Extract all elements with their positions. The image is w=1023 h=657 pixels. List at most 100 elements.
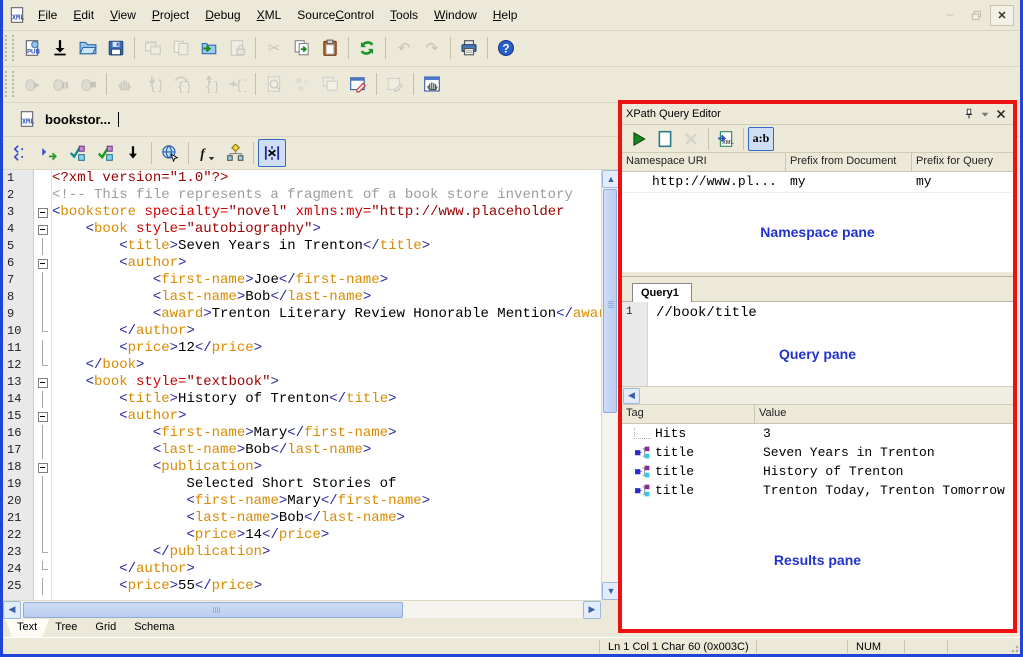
code-line[interactable]: <publication> — [52, 459, 601, 476]
xpath-panel-titlebar[interactable]: XPath Query Editor — [622, 104, 1013, 125]
vertical-scroll-thumb[interactable] — [603, 189, 617, 413]
fold-toggle[interactable] — [34, 374, 51, 391]
fold-toggle[interactable] — [34, 408, 51, 425]
result-row[interactable]: titleHistory of Trenton — [622, 462, 1013, 481]
toolbar-gripper[interactable] — [5, 71, 14, 97]
query-horizontal-scrollbar[interactable]: ◀ — [622, 386, 1013, 405]
result-row[interactable]: Hits3 — [622, 424, 1013, 443]
fold-toggle[interactable] — [34, 255, 51, 272]
column-prefix-from-document[interactable]: Prefix from Document — [786, 153, 912, 171]
result-row[interactable]: titleSeven Years in Trenton — [622, 443, 1013, 462]
code-line[interactable]: <price>14</price> — [52, 527, 601, 544]
check-green-button[interactable] — [91, 139, 119, 167]
code-line[interactable]: <?xml version="1.0"?> — [52, 170, 601, 187]
pin-icon[interactable] — [961, 107, 977, 121]
window-hand-button[interactable] — [418, 70, 446, 98]
scroll-left-arrow[interactable]: ◀ — [3, 601, 21, 619]
check-teal-button[interactable] — [63, 139, 91, 167]
editor-vertical-scrollbar[interactable]: ▲ ▼ — [601, 170, 618, 600]
code-line[interactable]: <title>Seven Years in Trenton</title> — [52, 238, 601, 255]
run-query-button[interactable] — [626, 127, 652, 151]
column-value[interactable]: Value — [755, 405, 1013, 423]
tree-menu-button[interactable] — [221, 139, 249, 167]
menu-view[interactable]: View — [102, 5, 144, 25]
menu-sourcecontrol[interactable]: SourceControl — [289, 5, 382, 25]
code-line[interactable]: <!-- This file represents a fragment of … — [52, 187, 601, 204]
query-pane[interactable]: 1 //book/title Query pane — [622, 302, 1013, 386]
column-prefix-for-query[interactable]: Prefix for Query — [912, 153, 1013, 171]
code-line[interactable]: <last-name>Bob</last-name> — [52, 289, 601, 306]
folder-import-button[interactable] — [195, 34, 223, 62]
fx-menu-button[interactable]: f — [193, 139, 221, 167]
menu-xml[interactable]: XML — [249, 5, 290, 25]
code-line[interactable]: </author> — [52, 561, 601, 578]
code-line[interactable]: <author> — [52, 408, 601, 425]
code-line[interactable]: <first-name>Mary</first-name> — [52, 493, 601, 510]
document-tab-bookstore[interactable]: XML bookstor... — [3, 106, 125, 132]
minimize-button[interactable]: – — [938, 5, 962, 26]
code-line[interactable]: <last-name>Bob</last-name> — [52, 510, 601, 527]
pub-doc-button[interactable]: PUB — [18, 34, 46, 62]
code-line[interactable]: <price>12</price> — [52, 340, 601, 357]
view-tab-schema[interactable]: Schema — [122, 619, 186, 637]
menu-debug[interactable]: Debug — [197, 5, 248, 25]
menu-file[interactable]: File — [30, 5, 65, 25]
code-line[interactable]: <price>55</price> — [52, 578, 601, 595]
import-xml-button[interactable]: XML — [713, 127, 739, 151]
resize-grip[interactable] — [1006, 640, 1020, 654]
code-line[interactable]: <last-name>Bob</last-name> — [52, 442, 601, 459]
window-edit-button[interactable] — [344, 70, 372, 98]
close-icon[interactable] — [993, 107, 1009, 121]
column-namespace-uri[interactable]: Namespace URI — [622, 153, 786, 171]
horizontal-scroll-thumb[interactable] — [23, 602, 403, 618]
refresh-button[interactable] — [353, 34, 381, 62]
globe-link-button[interactable] — [156, 139, 184, 167]
code-line[interactable]: <bookstore specialty="novel" xmlns:my="h… — [52, 204, 601, 221]
fold-toggle[interactable] — [34, 459, 51, 476]
code-line[interactable]: </book> — [52, 357, 601, 374]
menu-project[interactable]: Project — [144, 5, 197, 25]
copy-button[interactable] — [288, 34, 316, 62]
code-line[interactable]: <award>Trenton Literary Review Honorable… — [52, 306, 601, 323]
query-expression[interactable]: //book/title — [648, 302, 1013, 386]
menu-help[interactable]: Help — [485, 5, 526, 25]
menu-window[interactable]: Window — [426, 5, 485, 25]
close-button[interactable]: ✕ — [990, 5, 1014, 26]
toolbar-gripper[interactable] — [5, 35, 14, 61]
code-line[interactable]: Selected Short Stories of — [52, 476, 601, 493]
menu-tools[interactable]: Tools — [382, 5, 426, 25]
fold-toggle[interactable] — [34, 204, 51, 221]
xml-source-text[interactable]: <?xml version="1.0"?><!-- This file repr… — [52, 170, 601, 600]
result-row[interactable]: titleTrenton Today, Trenton Tomorrow — [622, 481, 1013, 500]
print-button[interactable] — [455, 34, 483, 62]
code-line[interactable]: <first-name>Joe</first-name> — [52, 272, 601, 289]
ab-prefix-button[interactable]: a:b — [748, 127, 774, 151]
editor-horizontal-scrollbar[interactable]: ◀ ▶ — [3, 600, 601, 618]
new-query-button[interactable] — [652, 127, 678, 151]
fold-toggle[interactable] — [34, 221, 51, 238]
collapse-button[interactable] — [35, 139, 63, 167]
namespace-row[interactable]: http://www.pl... my my — [622, 172, 1013, 193]
floppy-save-button[interactable] — [102, 34, 130, 62]
help-button[interactable]: ? — [492, 34, 520, 62]
scroll-right-arrow[interactable]: ▶ — [583, 601, 601, 619]
xpath-toggle-button[interactable] — [258, 139, 286, 167]
restore-button[interactable] — [964, 5, 988, 26]
panel-menu-icon[interactable] — [977, 107, 993, 121]
code-line[interactable]: <title>History of Trenton</title> — [52, 391, 601, 408]
view-tab-tree[interactable]: Tree — [43, 619, 89, 637]
code-line[interactable]: <author> — [52, 255, 601, 272]
save-down-button[interactable] — [46, 34, 74, 62]
code-line[interactable]: <book style="autobiography"> — [52, 221, 601, 238]
arrow-down-button[interactable] — [119, 139, 147, 167]
code-line[interactable]: <book style="textbook"> — [52, 374, 601, 391]
menu-edit[interactable]: Edit — [65, 5, 102, 25]
column-tag[interactable]: Tag — [622, 405, 755, 423]
view-tab-text[interactable]: Text — [5, 619, 49, 637]
view-tab-grid[interactable]: Grid — [83, 619, 128, 637]
code-line[interactable]: </publication> — [52, 544, 601, 561]
code-line[interactable]: </author> — [52, 323, 601, 340]
scroll-left-arrow[interactable]: ◀ — [623, 388, 640, 404]
fmt-indent-button[interactable] — [7, 139, 35, 167]
paste-button[interactable] — [316, 34, 344, 62]
